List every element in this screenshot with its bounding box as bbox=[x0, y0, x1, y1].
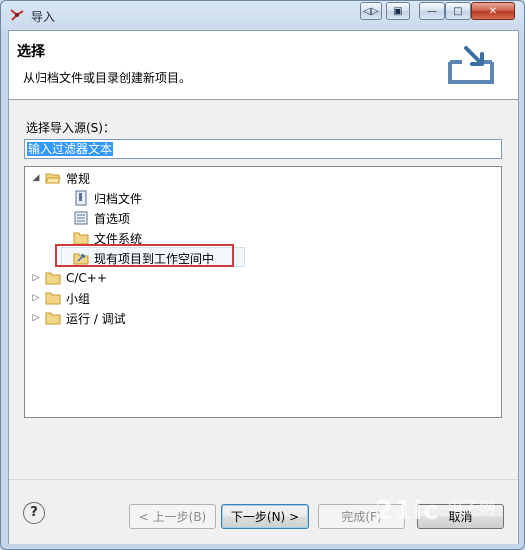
watermark-sub: 电子网 bbox=[447, 498, 496, 517]
tree-item-cpp[interactable]: ▷ C/C++ bbox=[31, 269, 107, 287]
watermark-logo: 21ic bbox=[375, 496, 440, 526]
filter-text: 输入过滤器文本 bbox=[27, 142, 114, 156]
folder-icon bbox=[45, 292, 61, 305]
page-title: 选择 bbox=[17, 44, 45, 60]
title-bar[interactable]: 导入 ◁▷ ▣ — □ ✕ bbox=[1, 1, 524, 29]
close-button[interactable]: ✕ bbox=[471, 2, 515, 20]
window-title: 导入 bbox=[31, 10, 56, 24]
tree-label: 运行 / 调试 bbox=[66, 311, 126, 326]
archive-file-icon bbox=[75, 190, 87, 206]
folder-icon bbox=[45, 312, 61, 325]
maximize-button[interactable]: □ bbox=[445, 2, 471, 20]
tree-item-archive[interactable]: 归档文件 bbox=[73, 189, 142, 207]
tree-label: C/C++ bbox=[66, 271, 107, 285]
help-icon[interactable]: ? bbox=[23, 502, 45, 524]
eclipse-app-icon bbox=[10, 9, 24, 21]
tree-item-preferences[interactable]: 首选项 bbox=[73, 209, 130, 227]
nav-arrows-icon[interactable]: ◁▷ bbox=[360, 2, 382, 20]
tree-label: 小组 bbox=[66, 291, 91, 306]
minimize-button[interactable]: — bbox=[419, 2, 445, 20]
tree-label: 首选项 bbox=[94, 211, 131, 226]
import-source-label: 选择导入源(S)： bbox=[26, 121, 115, 135]
tree-label: 归档文件 bbox=[94, 191, 143, 206]
import-dialog: 导入 ◁▷ ▣ — □ ✕ 选择 从归档文件或目录创建新项目。 选择导入源(S)… bbox=[0, 0, 525, 550]
wizard-header: 选择 从归档文件或目录创建新项目。 bbox=[9, 31, 518, 100]
button-bar: ? < 上一步(B) 下一步(N) > 完成(F) 取消 bbox=[9, 479, 518, 544]
tree-item-run-debug[interactable]: ▷ 运行 / 调试 bbox=[31, 309, 126, 327]
tree-item-team[interactable]: ▷ 小组 bbox=[31, 289, 90, 307]
dialog-client: 选择 从归档文件或目录创建新项目。 选择导入源(S)： 输入过滤器文本 ◢ 常规… bbox=[8, 30, 519, 544]
open-folder-icon bbox=[45, 173, 61, 184]
annotation-red-box bbox=[55, 244, 234, 267]
expanded-arrow-icon[interactable]: ◢ bbox=[31, 173, 41, 183]
tree-item-general[interactable]: ◢ 常规 bbox=[31, 169, 90, 187]
page-description: 从归档文件或目录创建新项目。 bbox=[23, 71, 192, 85]
next-button[interactable]: 下一步(N) > bbox=[221, 504, 309, 529]
collapsed-arrow-icon[interactable]: ▷ bbox=[31, 293, 41, 303]
import-source-tree[interactable]: ◢ 常规 归档文件 首选项 文件系统 现有项目到工作空间中 ▷ C/C++ ▷ … bbox=[24, 166, 502, 418]
filter-input[interactable]: 输入过滤器文本 bbox=[24, 139, 502, 159]
collapsed-arrow-icon[interactable]: ▷ bbox=[31, 273, 41, 283]
folder-icon bbox=[45, 272, 61, 285]
restore-view-icon[interactable]: ▣ bbox=[386, 2, 410, 20]
preferences-icon bbox=[74, 211, 88, 225]
collapsed-arrow-icon[interactable]: ▷ bbox=[31, 313, 41, 323]
tree-label: 常规 bbox=[66, 171, 91, 186]
import-wizard-icon bbox=[448, 46, 494, 84]
back-button[interactable]: < 上一步(B) bbox=[129, 504, 216, 529]
